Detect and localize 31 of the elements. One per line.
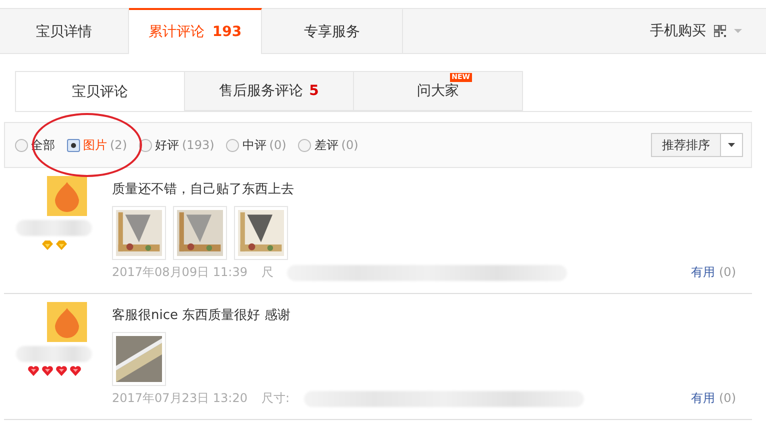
spec-label: 尺 bbox=[261, 264, 274, 281]
radio-button[interactable] bbox=[15, 138, 28, 152]
radio-button[interactable] bbox=[298, 138, 312, 152]
review-text: 客服很nice 东西质量很好 感谢 bbox=[112, 307, 292, 324]
spec-label: 尺寸: bbox=[261, 390, 290, 407]
sort-dropdown-button[interactable] bbox=[721, 134, 742, 156]
avatar bbox=[47, 176, 87, 216]
filter-option[interactable]: 好评 (193) bbox=[139, 136, 214, 154]
heart-icon bbox=[28, 366, 38, 376]
caret-icon bbox=[728, 143, 735, 147]
diamond-icon bbox=[56, 240, 66, 250]
heart-icon bbox=[42, 366, 52, 376]
tab[interactable]: 专享服务 bbox=[262, 8, 403, 53]
radio-button[interactable] bbox=[226, 138, 240, 152]
sort-button[interactable]: 推荐排序 bbox=[652, 134, 721, 156]
tab[interactable]: 宝贝评论 bbox=[15, 71, 185, 112]
filter-option[interactable]: 差评 (0) bbox=[298, 136, 358, 154]
diamond-icon bbox=[42, 240, 52, 250]
review-date: 2017年08月09日 11:39 bbox=[112, 264, 248, 281]
radio-button[interactable] bbox=[67, 138, 80, 152]
filter-option[interactable]: 中评 (0) bbox=[226, 136, 286, 154]
avatar bbox=[47, 302, 87, 342]
mobile-buy-label[interactable]: 手机购买 bbox=[650, 22, 706, 40]
qr-code-icon[interactable] bbox=[714, 25, 726, 37]
heart-icon bbox=[70, 366, 80, 376]
tab[interactable]: 售后服务评论 5 bbox=[185, 71, 354, 111]
useful-link[interactable]: 有用 (0) bbox=[691, 390, 736, 407]
review-date: 2017年07月23日 13:20 bbox=[112, 390, 248, 407]
useful-link[interactable]: 有用 (0) bbox=[691, 264, 736, 281]
review-text: 质量还不错，自己贴了东西上去 bbox=[112, 181, 295, 198]
heart-icon bbox=[56, 366, 66, 376]
